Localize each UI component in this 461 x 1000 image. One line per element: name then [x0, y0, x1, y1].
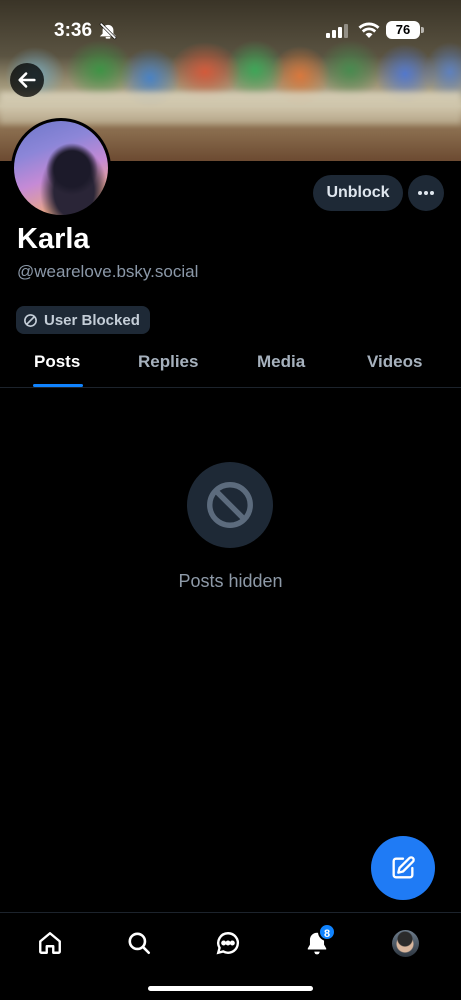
- profile-handle: @wearelove.bsky.social: [17, 262, 199, 281]
- ban-icon: [24, 313, 37, 327]
- bell-off-icon: [99, 22, 117, 45]
- active-tab-indicator: [33, 384, 83, 387]
- notification-count-badge: 8: [318, 923, 336, 941]
- compose-icon: [392, 856, 415, 879]
- nav-search[interactable]: [125, 929, 153, 957]
- tab-media[interactable]: Media: [257, 352, 305, 372]
- nav-home[interactable]: [36, 929, 64, 957]
- wifi-icon: [358, 22, 380, 44]
- compose-post-button[interactable]: [371, 836, 435, 900]
- ellipsis-icon: [418, 191, 434, 195]
- display-name: Karla: [17, 223, 90, 255]
- tab-replies[interactable]: Replies: [138, 352, 198, 372]
- tab-posts[interactable]: Posts: [34, 352, 80, 372]
- chat-icon: [216, 932, 240, 955]
- tab-videos[interactable]: Videos: [367, 352, 422, 372]
- ban-icon: [207, 482, 253, 528]
- back-button[interactable]: [10, 63, 44, 97]
- cellular-signal-icon: [326, 24, 348, 43]
- profile-avatar[interactable]: [11, 118, 111, 218]
- user-blocked-badge: User Blocked: [16, 306, 150, 334]
- profile-tabs: Posts Replies Media Videos: [0, 340, 461, 388]
- battery-indicator: 76: [386, 21, 424, 39]
- more-options-button[interactable]: [408, 175, 444, 211]
- nav-profile-avatar[interactable]: [392, 930, 419, 957]
- status-time: 3:36: [54, 20, 93, 41]
- unblock-button[interactable]: Unblock: [313, 175, 403, 211]
- search-icon: [128, 932, 151, 955]
- home-icon: [39, 932, 61, 954]
- posts-hidden-message: Posts hidden: [178, 571, 283, 591]
- posts-hidden-icon-container: [187, 462, 273, 548]
- arrow-left-icon: [18, 72, 36, 88]
- user-blocked-label: User Blocked: [44, 311, 140, 329]
- status-bar: 3:36 76: [0, 0, 461, 60]
- nav-chat[interactable]: [214, 929, 242, 957]
- home-indicator: [148, 986, 313, 991]
